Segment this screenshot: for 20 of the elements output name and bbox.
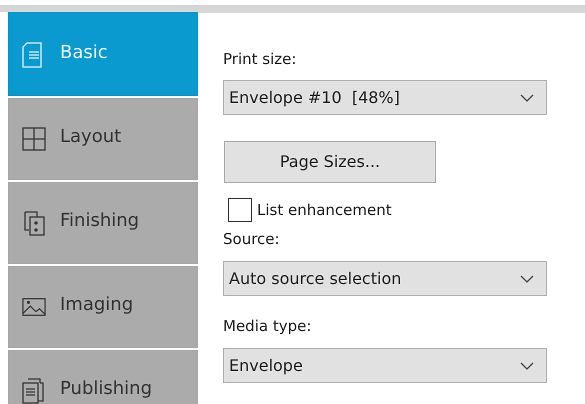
page-sizes-button[interactable]: Page Sizes... [224,141,436,183]
sidebar-tab[interactable]: Layout [8,98,198,180]
stapled-pages-icon [22,210,46,236]
grid-icon [22,126,46,152]
chevron-down-icon [520,274,534,284]
field-label: Print size: [223,49,298,69]
sidebar-tab[interactable]: Finishing [8,182,198,264]
field-label: Media type: [223,316,312,336]
checkbox[interactable] [228,198,252,222]
checkbox-label: List enhancement [257,200,392,220]
dropdown[interactable]: Auto source selection [223,261,547,296]
sidebar-tab[interactable]: Imaging [8,266,198,348]
field-label: Source: [223,229,281,249]
chevron-down-icon [520,360,534,370]
sidebar-tab[interactable]: Publishing [8,350,198,404]
chevron-down-icon [520,92,534,102]
dropdown[interactable]: Envelope [223,348,547,383]
dropdown[interactable]: Envelope #10 [48%] [223,80,547,115]
pages-icon [22,378,46,404]
sidebar-tab[interactable]: Basic [8,12,198,96]
